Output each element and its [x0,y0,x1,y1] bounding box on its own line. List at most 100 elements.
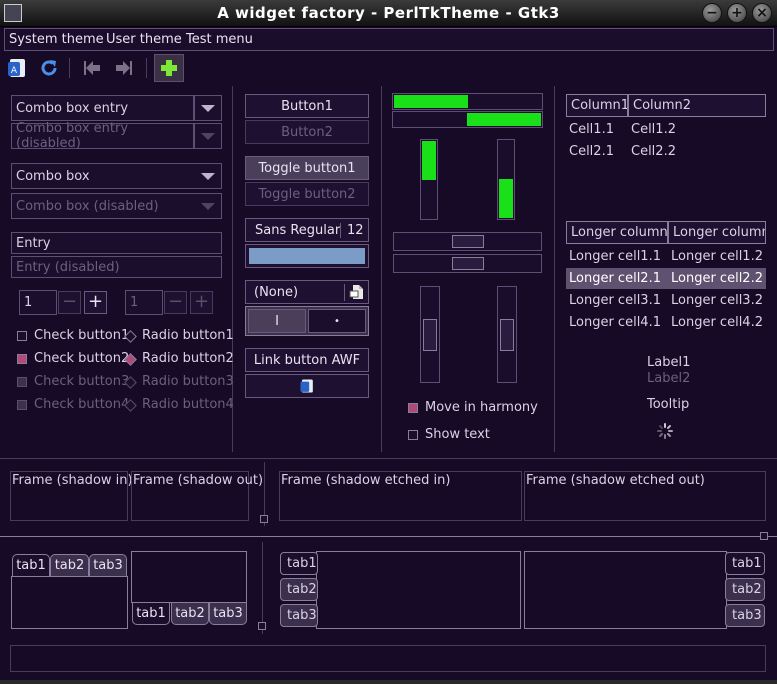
tooltip-label[interactable]: Tooltip [647,397,689,412]
combo-box-disabled-text: Combo box (disabled) [16,198,159,214]
tree1-cell[interactable]: Cell1.2 [631,122,676,137]
spin-button-1[interactable]: 1 [19,290,57,315]
tree2-header-column2[interactable]: Longer column2 [668,221,766,244]
combo-box-entry[interactable]: Combo box entry [11,95,194,121]
tree1-cell[interactable]: Cell2.2 [631,144,676,159]
notebook-left-tab3[interactable]: tab3 [280,604,318,627]
toolbar-separator [146,58,147,78]
app-menu-icon[interactable] [4,4,22,22]
font-button[interactable]: Sans Regular 12 [245,218,369,242]
show-text-checkbox[interactable] [408,430,418,440]
check-button-2-box[interactable] [17,354,27,364]
check-button-1-box[interactable] [17,331,27,341]
color-button[interactable] [245,244,369,268]
paned-handle-grip[interactable] [760,532,768,540]
switch[interactable]: I • [245,306,369,336]
tree2-cell[interactable]: Longer cell2.2 [671,271,763,286]
move-in-harmony-label[interactable]: Move in harmony [425,400,538,415]
add-icon[interactable] [154,54,184,82]
combo-entry-disabled-arrow [194,123,222,149]
scale-h2-slider[interactable] [452,257,484,270]
paned-handle-grip[interactable] [258,622,266,630]
tree2-cell[interactable]: Longer cell3.1 [569,293,661,308]
tree2-cell[interactable]: Longer cell4.2 [671,315,763,330]
paned-handle-grip[interactable] [260,515,268,523]
scale-v1[interactable] [420,286,440,383]
combo-entry-arrow[interactable] [194,95,222,121]
check-button-2-label[interactable]: Check button2 [34,351,129,366]
notebook-right-tab1[interactable]: tab1 [725,552,765,575]
notebook-bottom-tab3[interactable]: tab3 [209,602,247,625]
combo-box-entry-text: Combo box entry [16,100,129,116]
move-in-harmony-checkbox[interactable] [408,403,418,413]
check-button-4-box [17,400,27,410]
tree2-cell[interactable]: Longer cell4.1 [569,315,661,330]
tree2-header-column1[interactable]: Longer column1 [566,221,668,244]
combo-box-entry-disabled-text: Combo box entry (disabled) [16,121,129,151]
radio-button-2-label[interactable]: Radio button2 [142,351,234,366]
check-button-4-label: Check button4 [34,397,130,412]
tree1-cell[interactable]: Cell1.1 [569,122,614,137]
progress-bar-h1 [392,93,543,110]
button-2: Button2 [245,120,369,144]
radio-button-3-label: Radio button3 [142,374,234,389]
menu-system-theme[interactable]: System theme [9,32,104,47]
tree2-cell[interactable]: Longer cell3.2 [671,293,763,308]
spin-1-increment[interactable]: + [84,291,107,314]
notebook-right-tab3[interactable]: tab3 [725,604,765,627]
combo-box-text: Combo box [16,168,90,184]
tree1-header-column1[interactable]: Column1 [566,94,628,117]
application-icon[interactable]: A [5,56,29,80]
tree2-cell[interactable]: Longer cell2.1 [569,271,661,286]
scale-v2-slider[interactable] [500,319,514,351]
notebook-top-tab3[interactable]: tab3 [89,554,127,577]
radio-button-1-label[interactable]: Radio button1 [142,328,234,343]
spin-2-increment: + [190,291,213,314]
frame-shadow-etched-in-label: Frame (shadow etched in) [281,473,451,488]
font-size: 12 [347,222,364,238]
spinner-icon [656,422,674,444]
menu-test-menu[interactable]: Test menu [186,32,253,47]
minimize-button[interactable]: − [702,3,722,23]
toggle-button-1[interactable]: Toggle button1 [245,156,369,180]
scale-h1[interactable] [393,232,542,251]
notebook-top-tab2[interactable]: tab2 [50,554,89,577]
notebook-right-tab2[interactable]: tab2 [725,578,765,601]
progress-bar-v1-fill [422,141,436,180]
go-first-icon[interactable] [80,56,104,80]
refresh-icon[interactable] [37,56,61,80]
paned-handle-vertical[interactable] [262,542,263,634]
notebook-left-tab2[interactable]: tab2 [280,578,318,601]
scale-v2[interactable] [497,286,517,383]
status-bar [10,645,766,672]
tree2-cell[interactable]: Longer cell1.2 [671,249,763,264]
check-button-1-label[interactable]: Check button1 [34,328,129,343]
application-button[interactable] [245,374,369,398]
scale-h2[interactable] [393,254,542,273]
switch-slider[interactable]: • [308,309,366,333]
paned-handle-horizontal[interactable] [0,536,777,537]
scale-h1-slider[interactable] [452,235,484,248]
file-chooser-button[interactable]: (None) [245,280,369,304]
switch-on-half: I [248,309,306,333]
column-separator [554,86,555,452]
close-button[interactable]: × [752,3,772,23]
menu-user-theme[interactable]: User theme [106,32,182,47]
entry-field[interactable]: Entry [11,232,222,254]
maximize-button[interactable]: + [727,3,747,23]
scale-v1-slider[interactable] [423,319,437,351]
go-last-icon[interactable] [112,56,136,80]
spin-1-decrement[interactable]: − [58,291,81,314]
combo-box[interactable]: Combo box [11,163,222,189]
progress-bar-v2 [497,139,515,220]
tree1-cell[interactable]: Cell2.1 [569,144,614,159]
notebook-top-tab1[interactable]: tab1 [12,554,50,577]
show-text-label[interactable]: Show text [425,427,490,442]
tree1-header-column2[interactable]: Column2 [628,94,766,117]
tree2-cell[interactable]: Longer cell1.1 [569,249,661,264]
notebook-bottom-tab2[interactable]: tab2 [171,602,209,625]
notebook-bottom-tab1[interactable]: tab1 [132,602,170,625]
button-1[interactable]: Button1 [245,94,369,118]
notebook-left-tab1[interactable]: tab1 [280,552,318,575]
link-button[interactable]: Link button AWF [245,348,369,372]
